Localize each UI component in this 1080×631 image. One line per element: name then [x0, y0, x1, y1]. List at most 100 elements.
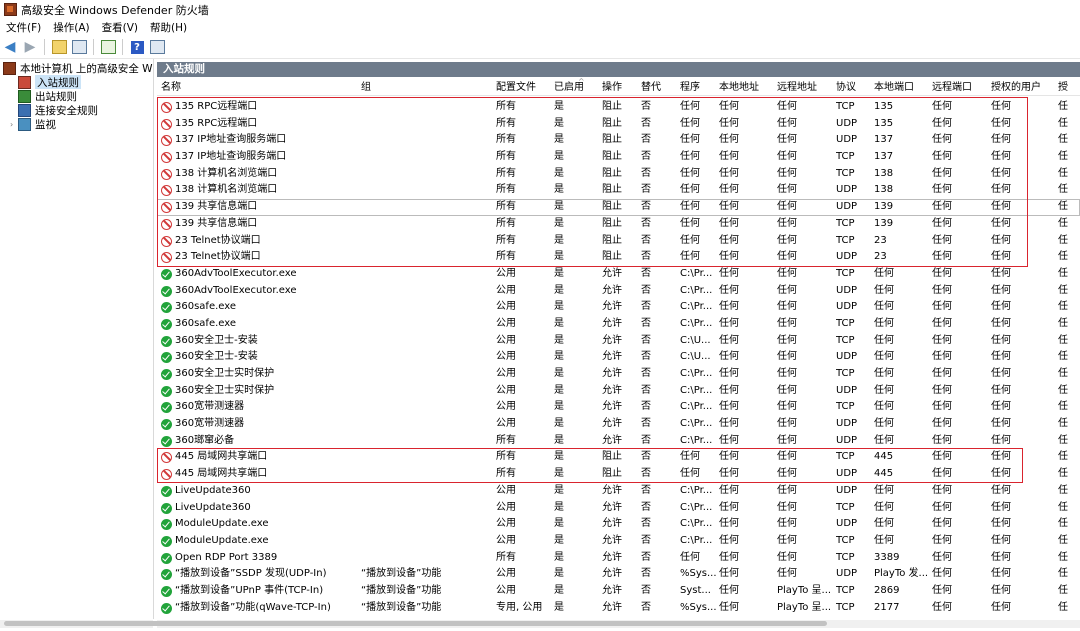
rule-authorized-computers: 任	[1058, 401, 1068, 413]
rule-profile: 所有	[496, 451, 516, 463]
column-header-remote-address[interactable]: 远程地址	[777, 81, 832, 95]
table-row[interactable]: “播放到设备”功能(qWave-TCP-In) “播放到设备”功能 专用, 公用是 允…	[157, 600, 1080, 617]
table-row[interactable]: “播放到设备”SSDP 发现(UDP-In) “播放到设备”功能 公用 是 允许 否 %Sy…	[157, 566, 1080, 583]
table-row[interactable]: 137 IP地址查询服务端口 所有 是 阻止 否 任何 任何 任何 UDP 137 任何 任何 任	[157, 132, 1080, 149]
menu-file[interactable]: 文件(F)	[0, 20, 47, 35]
rule-remote-address: 任何	[777, 234, 797, 246]
rule-override: 否	[641, 534, 651, 546]
expand-chevron-icon[interactable]: ›	[10, 120, 18, 129]
export-icon[interactable]	[100, 39, 116, 55]
column-header-authorized-computers[interactable]: 授	[1058, 81, 1078, 95]
table-row[interactable]: 138 计算机名浏览端口 所有 是 阻止 否 任何 任何 任何 TCP 138 任何 任何 任	[157, 166, 1080, 183]
column-header-group[interactable]: 组	[361, 81, 481, 95]
rule-override: 否	[641, 284, 651, 296]
table-row[interactable]: 139 共享信息端口 所有 是 阻止 否 任何 任何 任何 UDP 139 任何 任何 任	[157, 199, 1080, 216]
table-row[interactable]: 445 局域网共享端口 所有 是 阻止 否 任何 任何 任何 TCP 445 任何 任何 任	[157, 449, 1080, 466]
help-icon[interactable]: ?	[129, 39, 145, 55]
column-header-override[interactable]: 替代	[641, 81, 676, 95]
table-row[interactable]: 360AdvToolExecutor.exe 公用 是 允许 否 C:\Pr... 任何 任何…	[157, 266, 1080, 283]
tree-item-connection-security-rules[interactable]: 连接安全规则	[0, 103, 153, 117]
rule-action: 允许	[602, 368, 622, 379]
column-header-action[interactable]: 操作	[602, 81, 637, 95]
rule-local-port: 任何	[874, 351, 894, 363]
tree-item-inbound-rules[interactable]: 入站规则	[0, 75, 153, 89]
rule-program: 任何	[680, 167, 700, 179]
table-row[interactable]: ModuleUpdate.exe 公用 是 允许 否 C:\Pr... 任何 任何 TCP 任何 任…	[157, 533, 1080, 550]
rule-remote-address: 任何	[777, 468, 797, 480]
rule-name: 360safe.exe	[175, 301, 237, 313]
table-row[interactable]: 360宽带测速器 公用 是 允许 否 C:\Pr... 任何 任何 TCP 任何 任何 任何 任	[157, 399, 1080, 416]
table-row[interactable]: 445 局域网共享端口 所有 是 阻止 否 任何 任何 任何 UDP 445 任何 任何 任	[157, 466, 1080, 483]
table-row[interactable]: 23 Telnet协议端口 所有 是 阻止 否 任何 任何 任何 TCP 23 任何 任何 任	[157, 233, 1080, 250]
rule-authorized-computers: 任	[1058, 301, 1068, 313]
table-row[interactable]: “播放到设备”UPnP 事件(TCP-In) “播放到设备”功能 公用 是 允许 否 Sys…	[157, 583, 1080, 600]
rule-program: C:\Pr...	[680, 368, 713, 379]
menu-action[interactable]: 操作(A)	[47, 20, 95, 35]
table-row[interactable]: LiveUpdate360 公用 是 允许 否 C:\Pr... 任何 任何 UDP 任何 任何 任何…	[157, 483, 1080, 500]
table-row[interactable]: 135 RPC远程端口 所有 是 阻止 否 任何 任何 任何 TCP 135 任何 任何 任	[157, 99, 1080, 116]
table-row[interactable]: 137 IP地址查询服务端口 所有 是 阻止 否 任何 任何 任何 TCP 137 任何 任何 任	[157, 149, 1080, 166]
menu-view[interactable]: 查看(V)	[96, 20, 144, 35]
rule-remote-address: 任何	[777, 434, 797, 446]
table-row[interactable]: 360安全卫士-安装 公用 是 允许 否 C:\U... 任何 任何 UDP 任何 任何 任何 任	[157, 349, 1080, 366]
menu-help[interactable]: 帮助(H)	[144, 20, 193, 35]
rule-enabled: 是	[554, 217, 564, 229]
table-scroll-thumb[interactable]	[7, 621, 827, 626]
allow-rule-icon	[161, 602, 172, 614]
up-folder-icon[interactable]	[51, 39, 67, 55]
show-hide-tree-icon[interactable]	[71, 39, 87, 55]
back-arrow-icon[interactable]: ◀	[2, 39, 18, 55]
rule-profile: 公用	[496, 384, 516, 396]
table-row[interactable]: 360AdvToolExecutor.exe 公用 是 允许 否 C:\Pr... 任何 任何…	[157, 283, 1080, 300]
tree-root[interactable]: 本地计算机 上的高级安全 Windows Defender 防火墙	[0, 61, 153, 75]
table-horizontal-scrollbar[interactable]	[7, 620, 1080, 628]
panel-title: 入站规则	[157, 62, 1080, 77]
table-row[interactable]: 138 计算机名浏览端口 所有 是 阻止 否 任何 任何 任何 UDP 138 任何 任何 任	[157, 182, 1080, 199]
rule-enabled: 是	[554, 451, 564, 463]
table-row[interactable]: 23 Telnet协议端口 所有 是 阻止 否 任何 任何 任何 UDP 23 任何 任何 任	[157, 249, 1080, 266]
table-row[interactable]: 360safe.exe 公用 是 允许 否 C:\Pr... 任何 任何 UDP 任何 任何 任何 任	[157, 299, 1080, 316]
table-row[interactable]: LiveUpdate360 公用 是 允许 否 C:\Pr... 任何 任何 TCP 任何 任何 任何…	[157, 500, 1080, 517]
tree-item-outbound-rules[interactable]: 出站规则	[0, 89, 153, 103]
table-row[interactable]: 139 共享信息端口 所有 是 阻止 否 任何 任何 任何 TCP 139 任何 任何 任	[157, 216, 1080, 233]
table-row[interactable]: 360安全卫士-安装 公用 是 允许 否 C:\U... 任何 任何 TCP 任何 任何 任何 任	[157, 333, 1080, 350]
allow-rule-icon	[161, 302, 172, 314]
rule-profile: 所有	[496, 134, 516, 146]
table-row[interactable]: 135 RPC远程端口 所有 是 阻止 否 任何 任何 任何 UDP 135 任何 任何 任	[157, 116, 1080, 133]
column-header-local-port[interactable]: 本地端口	[874, 81, 929, 95]
column-header-protocol[interactable]: 协议	[836, 81, 871, 95]
rule-remote-address: 任何	[777, 334, 797, 346]
tree-root-label: 本地计算机 上的高级安全 Windows Defender 防火墙	[20, 62, 153, 75]
rule-name: 135 RPC远程端口	[175, 117, 258, 129]
column-header-enabled[interactable]: 已启用	[554, 81, 599, 95]
table-row[interactable]: 360瑯窜必备 所有 是 允许 否 C:\Pr... 任何 任何 UDP 任何 任何 任何 任	[157, 433, 1080, 450]
rule-protocol: TCP	[836, 451, 855, 463]
rule-authorized-computers: 任	[1058, 351, 1068, 363]
column-header-authorized-users[interactable]: 授权的用户	[991, 81, 1051, 95]
rule-override: 否	[641, 401, 651, 413]
table-row[interactable]: 360safe.exe 公用 是 允许 否 C:\Pr... 任何 任何 TCP 任何 任何 任何 任	[157, 316, 1080, 333]
column-header-name[interactable]: 名称	[161, 81, 351, 95]
table-row[interactable]: 360安全卫士实时保护 公用 是 允许 否 C:\Pr... 任何 任何 UDP 任何 任何 任何 任	[157, 383, 1080, 400]
table-row[interactable]: Open RDP Port 3389 所有 是 允许 否 任何 任何 任何 TCP 3389 任何 任…	[157, 550, 1080, 567]
column-header-local-address[interactable]: 本地地址	[719, 81, 774, 95]
rule-remote-address: 任何	[777, 117, 797, 129]
column-header-remote-port[interactable]: 远程端口	[932, 81, 987, 95]
column-header-program[interactable]: 程序	[680, 81, 717, 95]
monitoring-icon	[18, 117, 31, 131]
properties-icon[interactable]	[149, 39, 165, 55]
rule-remote-port: 任何	[932, 518, 952, 530]
rule-remote-address: PlayTo 呈...	[777, 584, 832, 596]
rule-override: 否	[641, 167, 651, 179]
table-row[interactable]: 360宽带测速器 公用 是 允许 否 C:\Pr... 任何 任何 UDP 任何 任何 任何 任	[157, 416, 1080, 433]
table-row[interactable]: 360安全卫士实时保护 公用 是 允许 否 C:\Pr... 任何 任何 TCP 任何 任何 任何 任	[157, 366, 1080, 383]
rule-override: 否	[641, 234, 651, 246]
table-row[interactable]: ModuleUpdate.exe 公用 是 允许 否 C:\Pr... 任何 任何 UDP 任何 任…	[157, 516, 1080, 533]
rule-action: 阻止	[602, 184, 622, 196]
rule-local-address: 任何	[719, 534, 739, 546]
tree-item-monitoring[interactable]: › 监视	[0, 117, 153, 131]
rule-local-port: 任何	[874, 284, 894, 296]
forward-arrow-icon[interactable]: ▶	[22, 39, 38, 55]
rule-action: 阻止	[602, 167, 622, 179]
column-header-profile[interactable]: 配置文件	[496, 81, 551, 95]
